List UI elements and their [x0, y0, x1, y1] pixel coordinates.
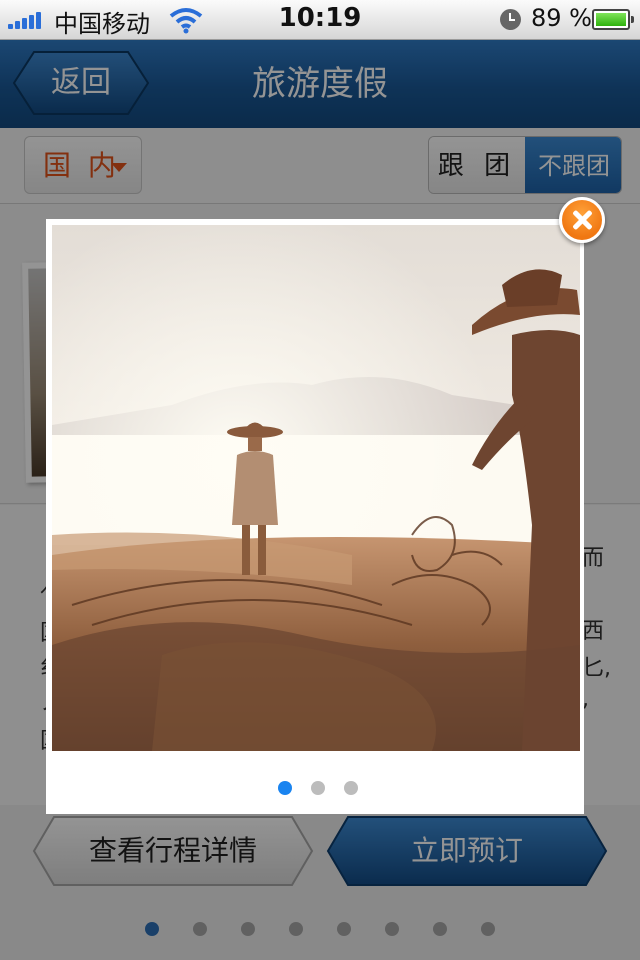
alarm-clock-icon [500, 9, 521, 30]
gallery-dot[interactable] [344, 781, 358, 795]
status-bar: 中国移动 10:19 89 % [0, 0, 640, 40]
photo-gallery-popup [46, 219, 584, 814]
gallery-dot[interactable] [311, 781, 325, 795]
gallery-photo[interactable] [52, 225, 580, 751]
battery-percentage: 89 % [531, 4, 592, 32]
battery-icon [592, 9, 634, 30]
gallery-dot[interactable] [278, 781, 292, 795]
close-icon[interactable] [559, 197, 605, 243]
gallery-page-indicator [46, 781, 584, 795]
